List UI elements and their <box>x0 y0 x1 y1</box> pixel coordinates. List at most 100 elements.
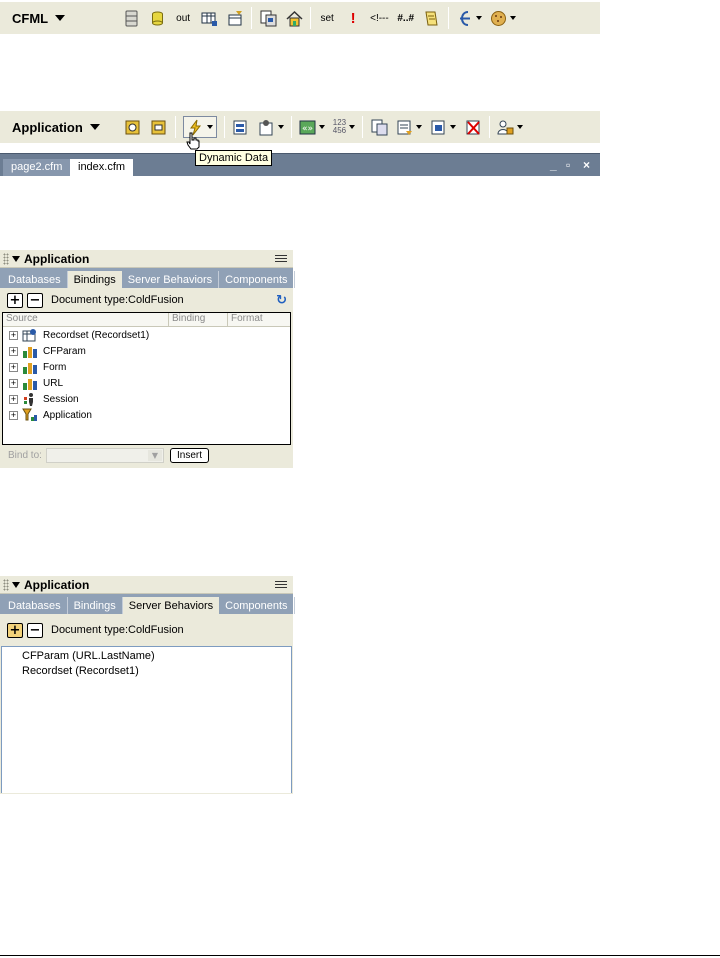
repeated-region-icon <box>232 119 249 136</box>
tab-server-behaviors[interactable]: Server Behaviors <box>122 597 220 614</box>
panel-header[interactable]: Application <box>0 576 293 594</box>
tree-row-url[interactable]: + URL <box>3 375 290 391</box>
bindings-tree: Source Binding Format + Recordset (Recor… <box>2 312 291 445</box>
expand-icon[interactable]: + <box>9 394 18 404</box>
cfthrow-button[interactable]: ! <box>344 7 362 29</box>
collapse-arrow-icon[interactable] <box>12 255 20 262</box>
server-behaviors-list: CFParam (URL.LastName) Recordset (Record… <box>1 646 292 793</box>
expand-icon[interactable]: + <box>9 330 18 340</box>
cfinclude-button[interactable] <box>259 7 277 29</box>
cfset-label: set <box>320 12 334 24</box>
cfif-button[interactable] <box>456 7 482 29</box>
insert-record-button[interactable] <box>396 116 423 138</box>
tab-databases[interactable]: Databases <box>2 271 68 288</box>
cflocation-button[interactable] <box>285 7 303 29</box>
cfoutput-label: out <box>176 12 191 24</box>
remove-server-behavior-button[interactable]: − <box>27 622 43 638</box>
cfml-category-dropdown[interactable]: CFML <box>0 11 66 26</box>
user-authentication-button[interactable] <box>497 116 524 138</box>
cfquery-icon <box>123 10 140 27</box>
recordset-button[interactable] <box>124 116 142 138</box>
tree-row-label: Session <box>43 393 79 405</box>
panel-tab-strip: Databases Bindings Server Behaviors Comp… <box>0 594 295 614</box>
update-record-button[interactable] <box>430 116 457 138</box>
insert-button[interactable]: Insert <box>170 447 210 463</box>
toolbar-separator <box>290 116 292 138</box>
tree-row-session[interactable]: + Session <box>3 391 290 407</box>
grip-icon[interactable] <box>3 578 9 591</box>
expand-icon[interactable]: + <box>9 346 18 356</box>
column-format[interactable]: Format <box>228 313 290 326</box>
pound-label: #..# <box>397 12 415 24</box>
tree-row-form[interactable]: + Form <box>3 359 290 375</box>
tree-row-application[interactable]: + Application <box>3 407 290 423</box>
cfupdate-button[interactable] <box>226 7 244 29</box>
stored-procedure-button[interactable] <box>150 116 168 138</box>
panel-header[interactable]: Application <box>0 250 293 268</box>
remove-binding-button[interactable]: − <box>27 292 43 308</box>
record-count-icon: 123 456 <box>332 118 347 135</box>
cookie-icon <box>490 10 507 27</box>
add-binding-button[interactable]: + <box>7 292 23 308</box>
expand-icon[interactable]: + <box>9 362 18 372</box>
tab-server-behaviors[interactable]: Server Behaviors <box>122 271 220 288</box>
show-region-button[interactable] <box>258 116 284 138</box>
master-detail-button[interactable] <box>370 116 388 138</box>
cfcomment-button[interactable]: <!--- <box>370 7 389 29</box>
dropdown-arrow-icon <box>206 125 213 129</box>
chevron-down-icon[interactable]: ▼ <box>148 449 162 461</box>
cfquery-button[interactable] <box>122 7 140 29</box>
close-icon[interactable]: × <box>583 158 590 172</box>
panel-options-icon[interactable] <box>275 253 287 264</box>
server-behaviors-panel: Application Databases Bindings Server Be… <box>0 576 295 794</box>
home-icon <box>286 10 303 27</box>
display-record-count-button[interactable]: 123 456 <box>332 116 356 138</box>
add-server-behavior-button[interactable]: + <box>7 622 23 638</box>
collapse-arrow-icon[interactable] <box>12 581 20 588</box>
expand-icon[interactable]: + <box>9 410 18 420</box>
grip-icon[interactable] <box>3 252 9 265</box>
toolbar-separator <box>251 7 253 29</box>
database-icon <box>149 10 166 27</box>
panel-options-icon[interactable] <box>275 579 287 590</box>
minimize-icon[interactable]: _ <box>550 158 557 172</box>
cfoutput-button[interactable]: out <box>174 7 192 29</box>
tree-row-recordset[interactable]: + Recordset (Recordset1) <box>3 327 290 343</box>
toolbar-separator <box>223 116 225 138</box>
table-update-icon <box>227 10 244 27</box>
toolbar-separator <box>362 116 364 138</box>
master-detail-icon <box>371 119 388 136</box>
bind-to-select[interactable]: ▼ <box>46 447 164 463</box>
column-source[interactable]: Source <box>3 313 169 326</box>
delete-record-button[interactable] <box>464 116 482 138</box>
tab-databases[interactable]: Databases <box>2 597 68 614</box>
tab-components[interactable]: Components <box>219 597 295 614</box>
repeated-region-button[interactable] <box>232 116 250 138</box>
dropdown-arrow-icon <box>318 125 325 129</box>
cfscript-button[interactable] <box>423 7 441 29</box>
tab-bindings[interactable]: Bindings <box>68 597 123 614</box>
panel-toolbar: + − Document type:ColdFusion <box>0 614 293 646</box>
cfoutput-db-button[interactable] <box>148 7 166 29</box>
comment-label: <!--- <box>370 12 389 24</box>
column-binding[interactable]: Binding <box>169 313 228 326</box>
tree-row-label: CFParam <box>43 345 86 357</box>
stored-procedure-icon <box>150 119 167 136</box>
cfinsert-button[interactable] <box>200 7 218 29</box>
tab-bindings[interactable]: Bindings <box>67 271 122 288</box>
dropdown-arrow-icon <box>450 125 457 129</box>
tab-index[interactable]: index.cfm <box>70 159 134 176</box>
list-item[interactable]: Recordset (Recordset1) <box>2 664 291 679</box>
cookie-button[interactable] <box>490 7 516 29</box>
tab-components[interactable]: Components <box>219 271 295 288</box>
surround-pound-button[interactable]: #..# <box>397 7 415 29</box>
refresh-icon[interactable]: ↻ <box>276 293 287 308</box>
list-item[interactable]: CFParam (URL.LastName) <box>2 649 291 664</box>
recordset-paging-button[interactable]: «» <box>299 116 325 138</box>
tab-page2[interactable]: page2.cfm <box>3 159 71 176</box>
tree-row-cfparam[interactable]: + CFParam <box>3 343 290 359</box>
restore-icon[interactable]: ▫ <box>566 158 570 172</box>
application-category-dropdown[interactable]: Application <box>0 120 100 135</box>
cfset-button[interactable]: set <box>318 7 336 29</box>
expand-icon[interactable]: + <box>9 378 18 388</box>
